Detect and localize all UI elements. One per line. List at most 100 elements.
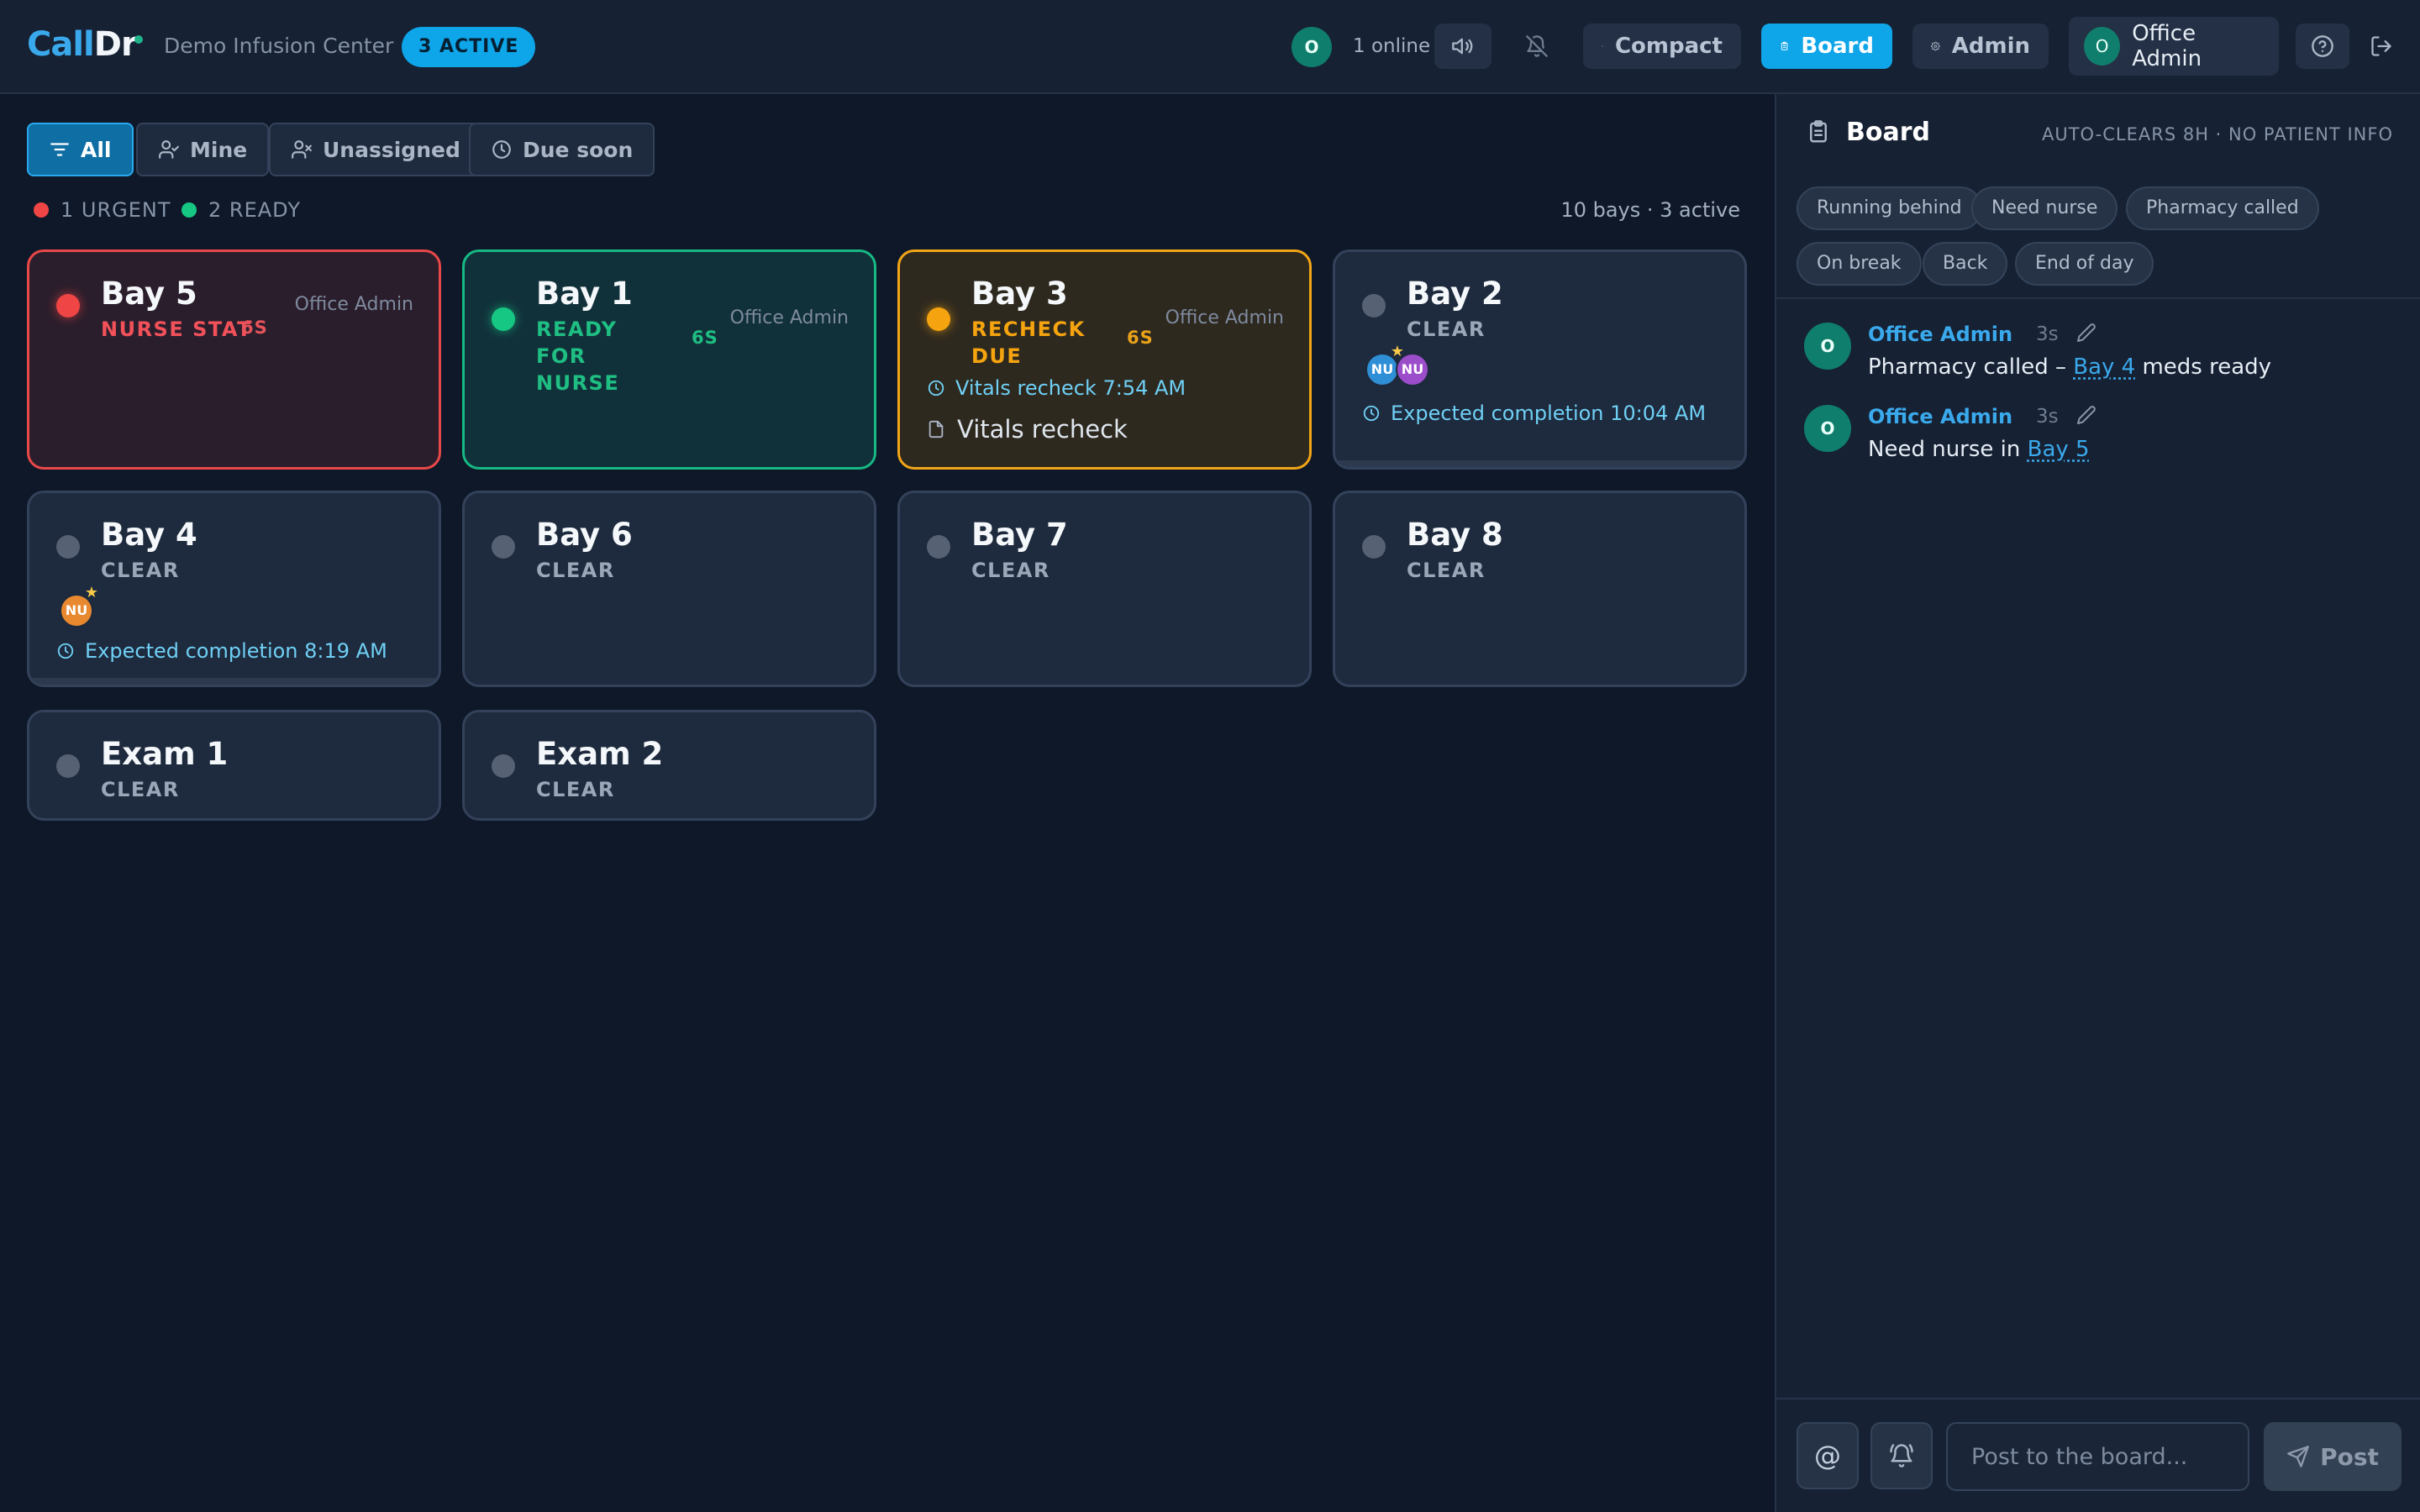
staff-avatar-lead[interactable]: NU ★ — [1365, 344, 1404, 386]
bell-off-icon — [1526, 35, 1548, 57]
author-avatar: O — [1804, 323, 1851, 370]
assigned-staff: NU ★ NU — [1365, 344, 1429, 386]
message-time: 3s — [2036, 406, 2059, 428]
menu-lines-icon — [1602, 45, 1603, 47]
bay-name: Bay 2 — [1407, 276, 1503, 312]
admin-button[interactable]: Admin — [1912, 24, 2049, 69]
bay-name: Exam 1 — [101, 736, 229, 772]
send-icon — [2287, 1446, 2309, 1467]
filter-icon — [50, 143, 69, 156]
board-toggle-button[interactable]: Board — [1761, 24, 1892, 69]
message-time: 3s — [2036, 323, 2059, 345]
bay-card-bay-3[interactable]: Bay 3 RECHECK DUE 6S Office Admin Vitals… — [897, 249, 1312, 470]
assigned-staff: NU ★ — [60, 585, 98, 627]
lead-star-icon: ★ — [84, 584, 98, 601]
message-text: Pharmacy called – Bay 4 meds ready — [1868, 354, 2271, 380]
filter-unassigned[interactable]: Unassigned — [269, 123, 482, 176]
bay-card-bay-7[interactable]: Bay 7 CLEAR — [897, 491, 1312, 687]
post-button[interactable]: Post — [2264, 1422, 2402, 1491]
message-text-pre: Pharmacy called – — [1868, 354, 2074, 380]
bay-name: Bay 6 — [536, 517, 633, 553]
quick-chip-on-break[interactable]: On break — [1797, 242, 1922, 286]
bay-status: CLEAR — [1407, 559, 1486, 582]
bay-link[interactable]: Bay 4 — [2073, 354, 2135, 380]
quick-chip-pharmacy-called[interactable]: Pharmacy called — [2126, 186, 2319, 230]
board-title: Board — [1846, 118, 1930, 147]
expected-completion-label: Expected completion 8:19 AM — [85, 639, 387, 663]
bay-card-bay-6[interactable]: Bay 6 CLEAR — [462, 491, 876, 687]
bay-link[interactable]: Bay 5 — [2028, 437, 2090, 462]
alert-button[interactable] — [1870, 1422, 1933, 1489]
gear-icon — [1931, 41, 1940, 51]
status-dot — [492, 535, 515, 559]
staff-avatar-lead[interactable]: NU ★ — [60, 585, 98, 627]
status-dot — [1362, 535, 1386, 559]
status-dot — [56, 294, 80, 318]
staff-initials: NU — [65, 602, 88, 618]
bay-card-exam-1[interactable]: Exam 1 CLEAR — [27, 710, 441, 821]
status-age: 6S — [692, 328, 718, 348]
bay-card-exam-2[interactable]: Exam 2 CLEAR — [462, 710, 876, 821]
bay-status: RECHECK DUE — [971, 318, 1086, 368]
filter-all[interactable]: All — [27, 123, 134, 176]
bay-status: READY FOR NURSE — [536, 318, 620, 395]
board-label: Board — [1801, 34, 1874, 59]
bay-status: CLEAR — [536, 559, 615, 582]
notifications-muted-button[interactable] — [1508, 24, 1565, 69]
staff-initials: NU — [1370, 361, 1394, 377]
help-button[interactable] — [2296, 24, 2349, 69]
recheck-timer-label: Vitals recheck 7:54 AM — [955, 376, 1186, 400]
connection-status-dot — [134, 35, 143, 44]
bay-card-bay-5[interactable]: Bay 5 NURSE STAT 6S Office Admin — [27, 249, 441, 470]
filter-due-soon[interactable]: Due soon — [469, 123, 655, 176]
user-menu-button[interactable]: O Office Admin — [2069, 17, 2279, 76]
bay-owner: Office Admin — [294, 294, 413, 315]
speaker-icon — [1452, 38, 1473, 55]
staff-avatar[interactable]: NU — [1396, 353, 1429, 386]
bay-name: Bay 1 — [536, 276, 633, 312]
quick-chip-end-of-day[interactable]: End of day — [2015, 242, 2154, 286]
sound-toggle-button[interactable] — [1434, 24, 1491, 69]
quick-chip-running-behind[interactable]: Running behind — [1797, 186, 1982, 230]
bay-card-bay-1[interactable]: Bay 1 READY FOR NURSE 6S Office Admin — [462, 249, 876, 470]
mention-button[interactable]: @ — [1797, 1422, 1859, 1489]
bay-card-bay-8[interactable]: Bay 8 CLEAR — [1333, 491, 1747, 687]
logout-button[interactable] — [2354, 24, 2408, 69]
edit-pencil-icon[interactable] — [2076, 323, 2096, 343]
user-x-icon — [292, 140, 312, 159]
logo-text-call: Call — [27, 25, 95, 64]
quick-chip-back[interactable]: Back — [1923, 242, 2008, 286]
compact-view-button[interactable]: Compact — [1583, 24, 1741, 69]
status-dot — [492, 754, 515, 778]
bay-card-bay-2[interactable]: Bay 2 CLEAR NU ★ NU Expected completion 1… — [1333, 249, 1747, 470]
filter-mine[interactable]: Mine — [136, 123, 270, 176]
recheck-timer: Vitals recheck 7:54 AM — [927, 376, 1186, 400]
bay-status: NURSE STAT — [101, 318, 252, 341]
progress-track — [1335, 460, 1744, 467]
file-icon — [929, 420, 944, 438]
clock-icon — [1363, 405, 1380, 422]
app-logo[interactable]: CallDr — [27, 25, 138, 64]
message-text-post: meds ready — [2135, 354, 2272, 380]
bay-name: Bay 7 — [971, 517, 1068, 553]
quick-chip-need-nurse[interactable]: Need nurse — [1971, 186, 2118, 230]
bay-status: CLEAR — [1407, 318, 1486, 341]
message-author[interactable]: Office Admin — [1868, 405, 2012, 428]
clock-icon — [492, 140, 511, 159]
staff-initials: NU — [1401, 361, 1424, 377]
bay-card-bay-4[interactable]: Bay 4 CLEAR NU ★ Expected completion 8:19… — [27, 491, 441, 687]
edit-pencil-icon[interactable] — [2076, 405, 2096, 425]
bay-owner: Office Admin — [729, 307, 849, 328]
clipboard-icon — [1810, 120, 1827, 143]
online-user-avatar[interactable]: O — [1292, 27, 1332, 67]
status-age: 6S — [241, 318, 268, 338]
center-name: Demo Infusion Center — [164, 34, 394, 58]
progress-track — [29, 678, 439, 685]
post-input[interactable] — [1946, 1422, 2249, 1491]
online-count: 1 online — [1353, 35, 1431, 57]
logo-text-dr: Dr — [93, 25, 138, 64]
composer-divider — [1776, 1398, 2420, 1399]
urgent-count-label: 1 URGENT — [60, 198, 171, 222]
message-author[interactable]: Office Admin — [1868, 323, 2012, 346]
status-age: 6S — [1127, 328, 1154, 348]
